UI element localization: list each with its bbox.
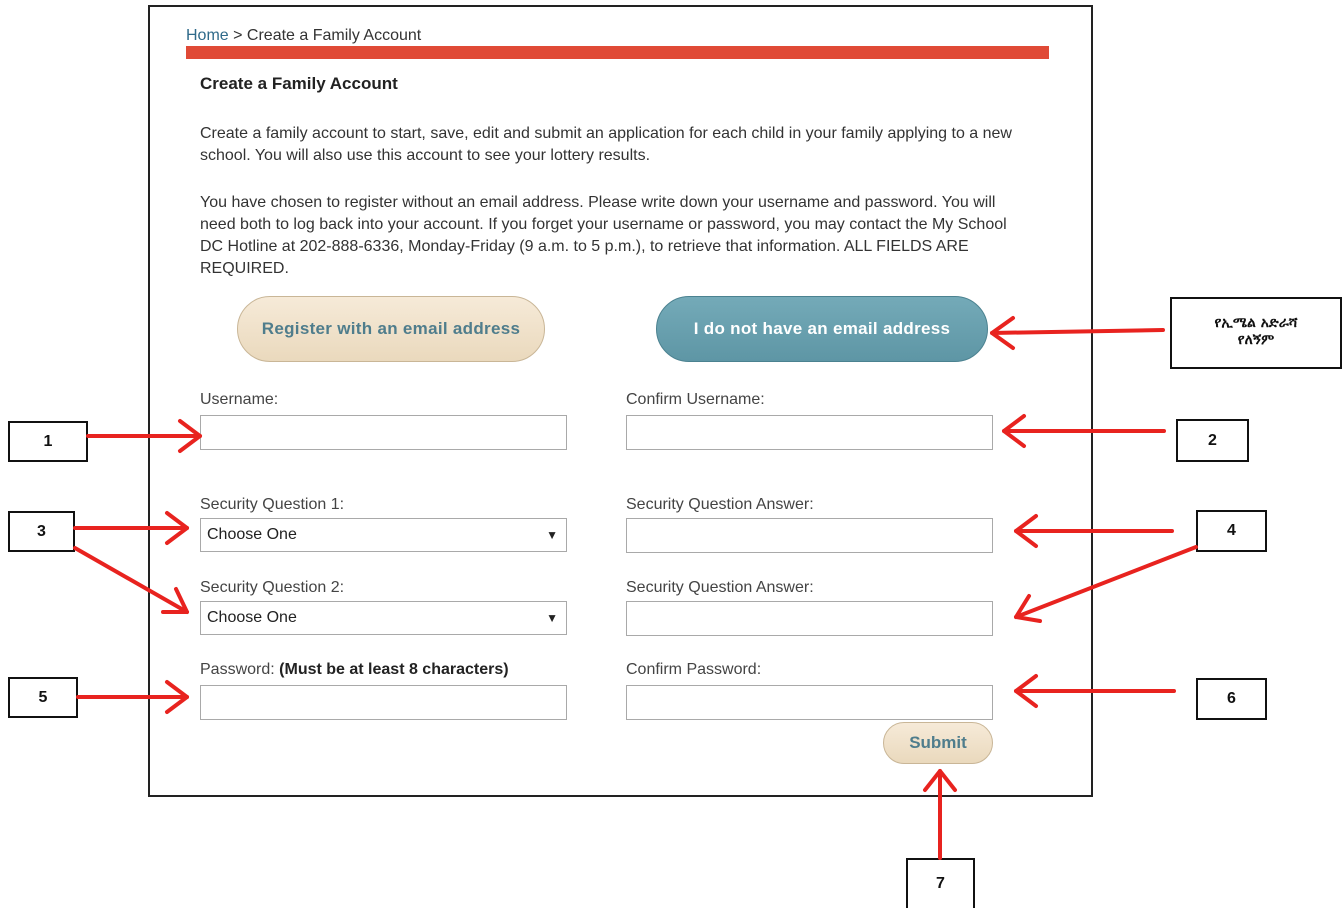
arrow-3b [73,546,189,614]
arrow-4a [1014,514,1174,548]
arrow-4b [1014,545,1198,623]
arrow-6 [1014,674,1176,708]
arrow-1 [86,419,202,453]
arrow-3a [73,511,189,545]
arrow-7 [923,769,957,860]
annotation-arrows [73,316,1198,860]
arrow-2 [1002,414,1166,448]
arrow-to-no-email-button [990,316,1165,350]
arrow-5 [76,680,189,714]
